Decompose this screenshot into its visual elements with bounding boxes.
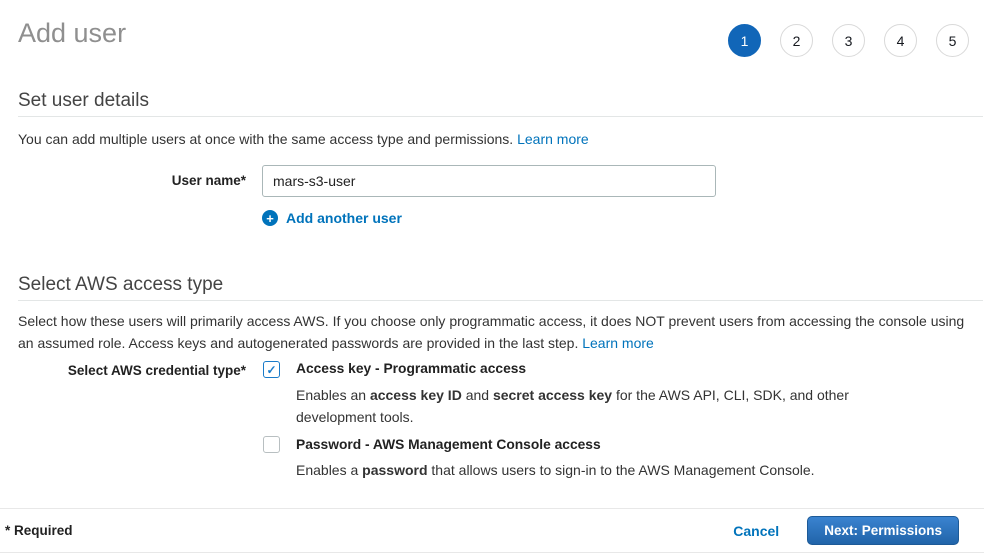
add-another-user-button[interactable]: + Add another user (262, 210, 402, 226)
plus-circle-icon: + (262, 210, 278, 226)
access-type-intro: Select how these users will primarily ac… (18, 310, 968, 354)
footer-actions: Cancel Next: Permissions (733, 516, 984, 545)
username-label: User name* (0, 173, 246, 188)
step-1-indicator: 1 (728, 24, 761, 57)
password-option-description: Enables a password that allows users to … (296, 459, 815, 481)
user-details-intro: You can add multiple users at once with … (18, 128, 589, 150)
page-title: Add user (18, 18, 126, 49)
next-permissions-button[interactable]: Next: Permissions (807, 516, 959, 545)
step-4-indicator: 4 (884, 24, 917, 57)
set-user-details-heading: Set user details (18, 90, 149, 112)
required-note: * Required (5, 523, 73, 538)
access-key-option-title: Access key - Programmatic access (296, 361, 526, 376)
select-access-type-heading: Select AWS access type (18, 274, 223, 296)
learn-more-link-user-details[interactable]: Learn more (517, 131, 589, 147)
step-2-indicator: 2 (780, 24, 813, 57)
wizard-step-indicator: 1 2 3 4 5 (728, 24, 969, 57)
section-divider (18, 116, 983, 117)
wizard-footer: * Required Cancel Next: Permissions (0, 508, 984, 553)
learn-more-link-access-type[interactable]: Learn more (582, 335, 654, 351)
cancel-button[interactable]: Cancel (733, 523, 779, 539)
add-another-user-label: Add another user (286, 210, 402, 226)
step-5-indicator: 5 (936, 24, 969, 57)
step-3-indicator: 3 (832, 24, 865, 57)
access-type-intro-text: Select how these users will primarily ac… (18, 313, 964, 351)
access-key-checkbox[interactable]: ✓ (263, 361, 280, 378)
access-key-option-description: Enables an access key ID and secret acce… (296, 384, 861, 428)
password-option-title: Password - AWS Management Console access (296, 437, 601, 452)
check-icon: ✓ (266, 363, 276, 377)
username-input[interactable] (262, 165, 716, 197)
user-details-intro-text: You can add multiple users at once with … (18, 131, 517, 147)
credential-type-label: Select AWS credential type* (0, 363, 246, 378)
section-divider (18, 300, 983, 301)
password-checkbox[interactable] (263, 436, 280, 453)
